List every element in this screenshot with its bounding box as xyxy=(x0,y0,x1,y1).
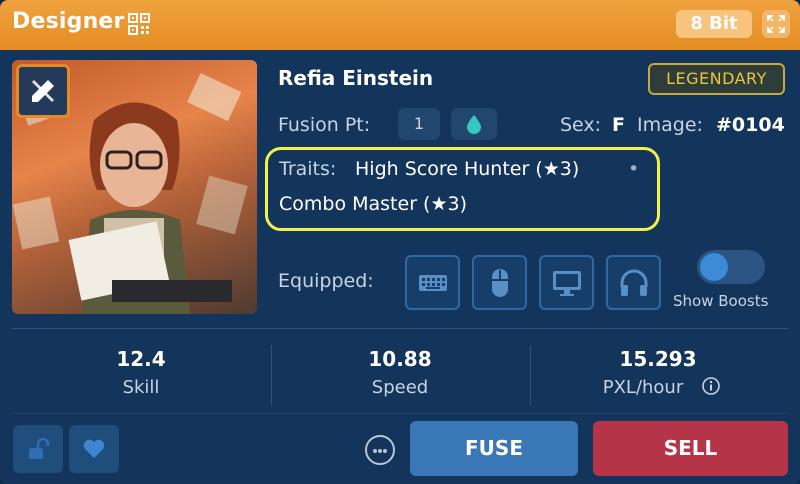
keyboard-icon xyxy=(419,275,447,291)
equip-slot-headphones[interactable] xyxy=(606,255,661,310)
traits-label: Traits: xyxy=(279,158,337,180)
class-badge xyxy=(16,64,70,118)
stat-label-skill: Skill xyxy=(122,377,160,398)
fuse-button[interactable]: FUSE xyxy=(410,421,578,476)
heart-icon xyxy=(83,439,105,458)
header-title: Designer xyxy=(12,9,125,34)
unlock-icon xyxy=(29,437,50,459)
more-dot xyxy=(373,449,377,453)
more-dot xyxy=(378,449,382,453)
headphones-icon xyxy=(620,269,648,296)
fusion-label: Fusion Pt: xyxy=(278,114,371,136)
section-divider xyxy=(12,328,788,329)
fusion-drop-button[interactable] xyxy=(451,108,497,140)
expand-button[interactable] xyxy=(762,10,790,38)
sex-value: F xyxy=(612,114,625,136)
character-name: Refia Einstein xyxy=(278,66,434,90)
equipped-label: Equipped: xyxy=(278,270,374,292)
favorite-button[interactable] xyxy=(69,425,119,473)
qr-code-icon[interactable] xyxy=(128,13,150,35)
fusion-value: 1 xyxy=(398,108,440,140)
show-boosts-label: Show Boosts xyxy=(673,292,769,310)
more-button[interactable] xyxy=(365,435,395,465)
mouse-icon xyxy=(492,269,508,297)
expand-icon xyxy=(767,15,785,33)
equip-slot-keyboard[interactable] xyxy=(405,255,460,310)
more-dot xyxy=(383,449,387,453)
stat-value-skill: 12.4 xyxy=(116,347,166,371)
stat-value-speed: 10.88 xyxy=(368,347,432,371)
stat-separator xyxy=(530,345,531,405)
trait-separator: • xyxy=(628,158,640,180)
show-boosts-toggle[interactable] xyxy=(697,250,765,284)
lock-button[interactable] xyxy=(13,425,63,473)
stat-label-speed: Speed xyxy=(371,377,429,398)
image-value: #0104 xyxy=(716,114,785,136)
pencil-ruler-icon xyxy=(32,80,54,102)
image-label: Image: xyxy=(637,114,703,136)
info-icon[interactable] xyxy=(701,376,721,396)
toggle-knob xyxy=(700,253,728,281)
footer-divider xyxy=(12,413,788,414)
stat-value-pxl: 15.293 xyxy=(619,347,697,371)
monitor-icon xyxy=(553,271,581,296)
character-card: Designer 8 Bit Refia Einstein LEGENDARY … xyxy=(0,0,800,484)
equip-slot-mouse[interactable] xyxy=(472,255,527,310)
trait-item: High Score Hunter (★3) xyxy=(355,158,580,180)
card-header: Designer 8 Bit xyxy=(0,0,800,50)
equip-slot-monitor[interactable] xyxy=(539,255,594,310)
sex-label: Sex: xyxy=(560,114,602,136)
water-drop-icon xyxy=(467,115,481,134)
trait-item: Combo Master (★3) xyxy=(279,193,467,215)
stat-separator xyxy=(271,345,272,405)
sell-button[interactable]: SELL xyxy=(593,421,788,476)
rarity-badge: LEGENDARY xyxy=(648,63,785,95)
bit-badge: 8 Bit xyxy=(676,10,752,38)
